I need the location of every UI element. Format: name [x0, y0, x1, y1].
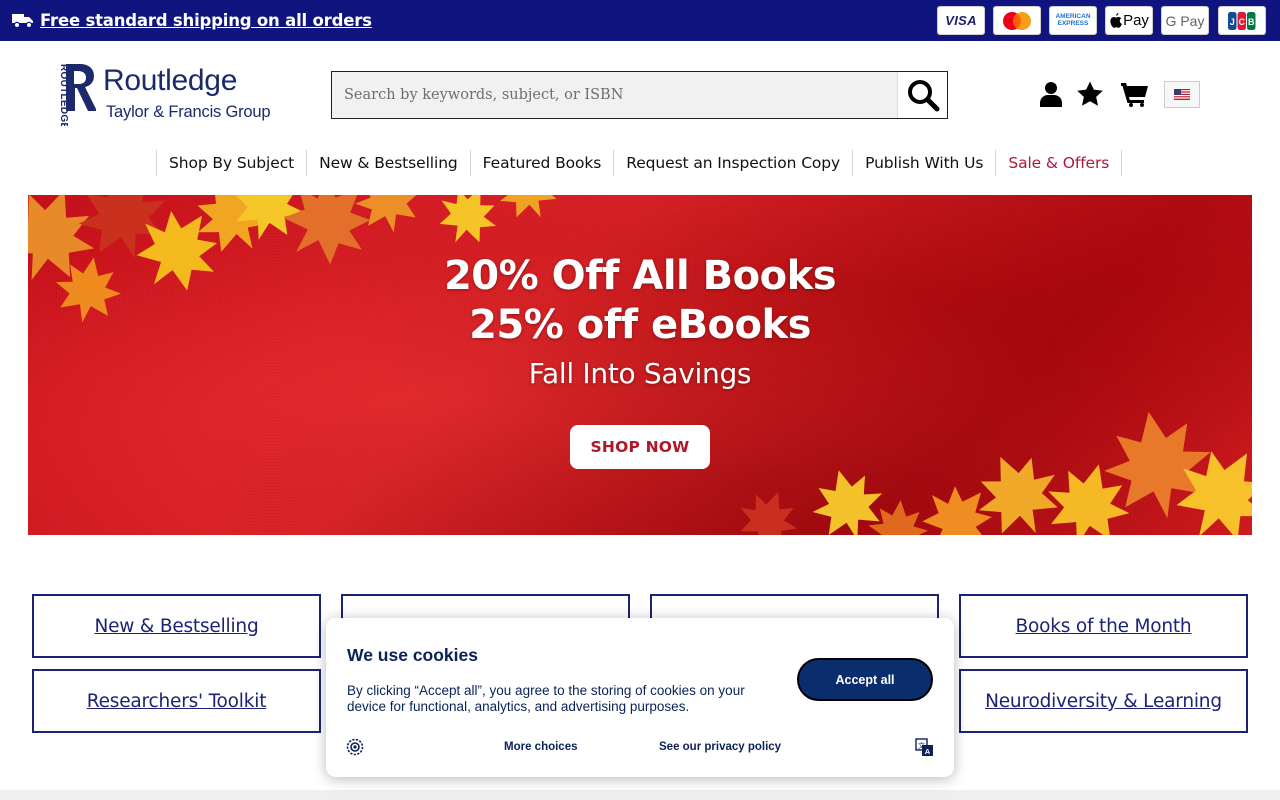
- svg-text:C: C: [1238, 17, 1245, 27]
- hero-banner[interactable]: 20% Off All Books 25% off eBooks Fall In…: [28, 195, 1252, 535]
- cookie-consent-dialog: We use cookies By clicking “Accept all”,…: [326, 618, 954, 777]
- tile-books-of-the-month[interactable]: Books of the Month: [959, 594, 1248, 658]
- logo-wordmark: Routledge: [103, 64, 238, 97]
- free-shipping-link[interactable]: Free standard shipping on all orders: [40, 11, 372, 30]
- jcb-logo: J C B: [1218, 6, 1266, 35]
- user-icon: [1040, 82, 1062, 107]
- svg-text:J: J: [1230, 17, 1235, 27]
- more-choices-link[interactable]: More choices: [504, 741, 578, 753]
- search-input[interactable]: [332, 72, 897, 118]
- cookie-settings-icon[interactable]: [346, 738, 364, 756]
- routledge-r-mark-icon: ROUTLEDGE: [58, 64, 96, 126]
- accept-all-button[interactable]: Accept all: [797, 658, 933, 701]
- search-icon: [907, 80, 939, 112]
- hero-headline-books: 20% Off All Books: [443, 253, 837, 299]
- top-banner: Free standard shipping on all orders VIS…: [0, 0, 1280, 41]
- apple-icon: [1110, 13, 1122, 28]
- amex-logo: AMERICAN EXPRESS: [1049, 6, 1097, 35]
- mastercard-logo: [993, 6, 1041, 35]
- tile-new-bestselling[interactable]: New & Bestselling: [32, 594, 321, 658]
- apple-pay-logo: Pay: [1105, 6, 1153, 35]
- tile-researchers-toolkit[interactable]: Researchers' Toolkit: [32, 669, 321, 733]
- svg-text:A: A: [925, 747, 931, 756]
- nav-publish-with-us[interactable]: Publish With Us: [852, 150, 995, 176]
- search-bar: [331, 71, 948, 119]
- main-nav: Shop By Subject New & Bestselling Featur…: [156, 150, 1123, 176]
- privacy-policy-link[interactable]: See our privacy policy: [659, 741, 781, 753]
- search-button[interactable]: [897, 72, 947, 118]
- nav-request-inspection-copy[interactable]: Request an Inspection Copy: [613, 150, 852, 176]
- wishlist-button[interactable]: [1077, 80, 1103, 108]
- cart-button[interactable]: [1120, 80, 1150, 108]
- cookie-description: By clicking “Accept all”, you agree to t…: [347, 683, 745, 714]
- currency-selector[interactable]: [1164, 81, 1200, 108]
- nav-new-bestselling[interactable]: New & Bestselling: [306, 150, 470, 176]
- footer-strip: [0, 790, 1280, 800]
- google-pay-logo: G Pay: [1161, 6, 1209, 35]
- cart-icon: [1121, 83, 1148, 107]
- truck-icon: [12, 14, 33, 29]
- nav-shop-by-subject[interactable]: Shop By Subject: [156, 150, 306, 176]
- cookie-title: We use cookies: [347, 645, 478, 665]
- visa-logo: VISA: [937, 6, 985, 35]
- language-translate-icon[interactable]: 文 A: [915, 738, 934, 757]
- mastercard-icon: [1003, 11, 1031, 30]
- hero-headline-ebooks: 25% off eBooks: [469, 302, 811, 348]
- nav-featured-books[interactable]: Featured Books: [469, 150, 614, 176]
- svg-text:B: B: [1248, 17, 1255, 27]
- logo-subtitle: Taylor & Francis Group: [106, 103, 271, 121]
- account-button[interactable]: [1038, 80, 1064, 108]
- jcb-icon: J C B: [1228, 11, 1256, 30]
- routledge-logo[interactable]: ROUTLEDGE Routledge Taylor & Francis Gro…: [52, 62, 272, 128]
- hero-subtitle: Fall Into Savings: [528, 357, 752, 390]
- us-flag-icon: [1174, 89, 1190, 100]
- tile-neurodiversity-learning[interactable]: Neurodiversity & Learning: [959, 669, 1248, 733]
- nav-sale-offers[interactable]: Sale & Offers: [995, 150, 1123, 176]
- star-icon: [1077, 81, 1103, 106]
- shop-now-button[interactable]: SHOP NOW: [570, 425, 710, 469]
